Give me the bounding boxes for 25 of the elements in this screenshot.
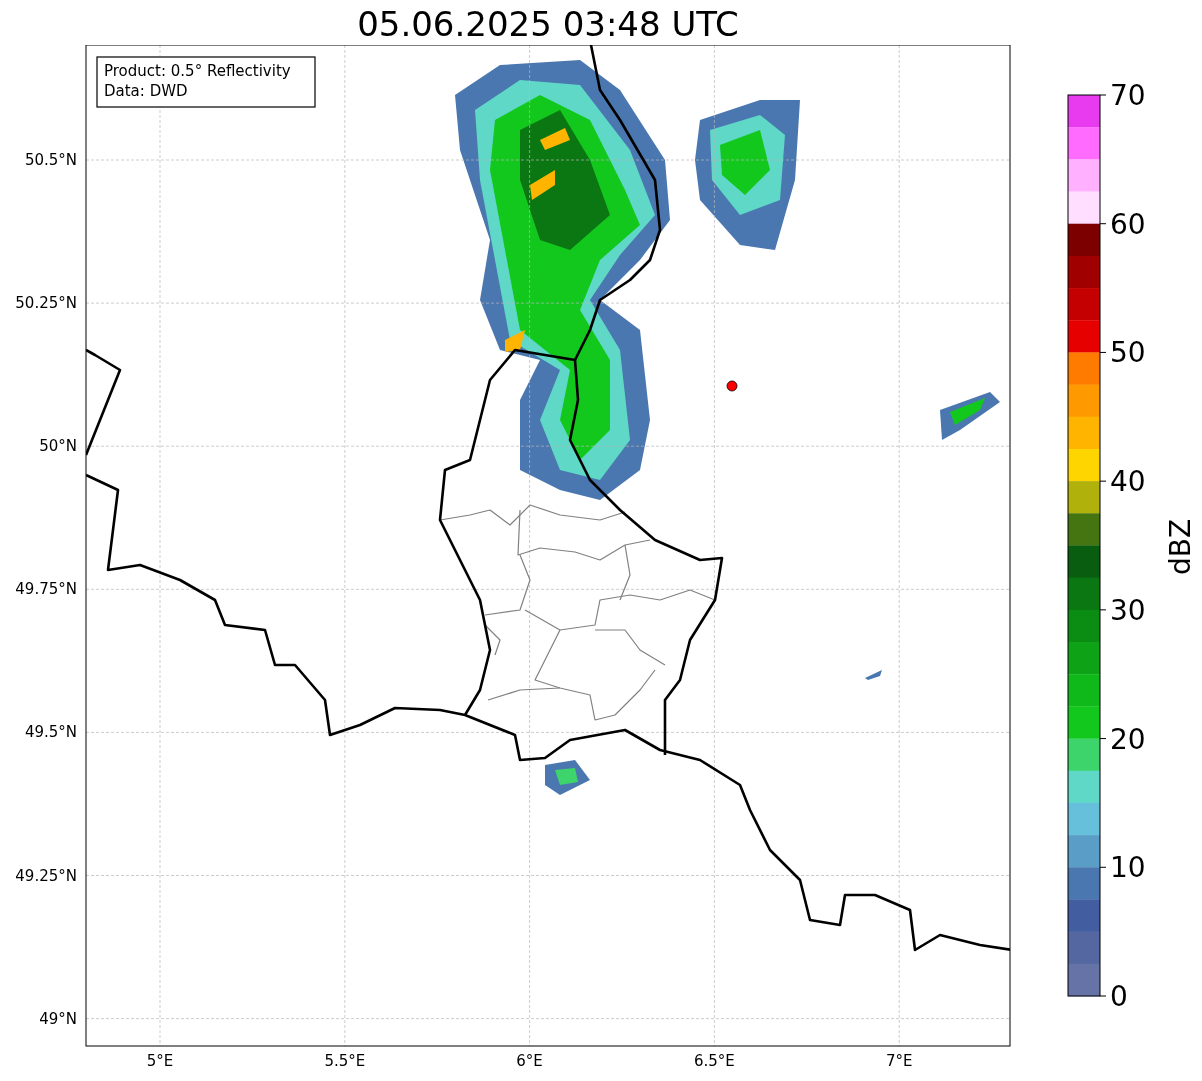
chart-title: 05.06.2025 03:48 UTC: [357, 3, 739, 46]
latitude-label: 50.5°N: [24, 151, 77, 169]
longitude-label: 5.5°E: [324, 1052, 366, 1070]
latitude-label: 49°N: [39, 1009, 77, 1028]
longitude-label: 7°E: [885, 1052, 913, 1070]
colorbar-tick-label: 70: [1110, 79, 1146, 112]
colorbar-tick-label: 30: [1110, 593, 1146, 627]
radar-site-icon: [726, 380, 738, 392]
longitude-label: 6.5°E: [694, 1052, 735, 1070]
longitude-label: 5°E: [146, 1052, 174, 1070]
latitude-label: 49.25°N: [15, 866, 77, 885]
latitude-label: 50°N: [39, 437, 77, 456]
latitude-label: 50.25°N: [15, 294, 77, 313]
colorbar-tick-label: 20: [1110, 722, 1146, 756]
colorbar-tick-label: 40: [1110, 465, 1146, 499]
latitude-label: 49.5°N: [24, 723, 77, 742]
longitude-label: 6°E: [516, 1052, 543, 1070]
colorbar-tick-label: 50: [1110, 336, 1146, 370]
latitude-label: 49.75°N: [15, 580, 77, 599]
colorbar-tick-label: 10: [1110, 851, 1146, 885]
colorbar-label: dBZ: [1164, 518, 1197, 576]
colorbar-tick-label: 60: [1110, 207, 1146, 241]
legend-text: Data: DWD: [104, 82, 188, 100]
colorbar-tick-label: 0: [1110, 980, 1128, 1013]
legend-text: Product: 0.5° Reflectivity: [104, 62, 291, 80]
